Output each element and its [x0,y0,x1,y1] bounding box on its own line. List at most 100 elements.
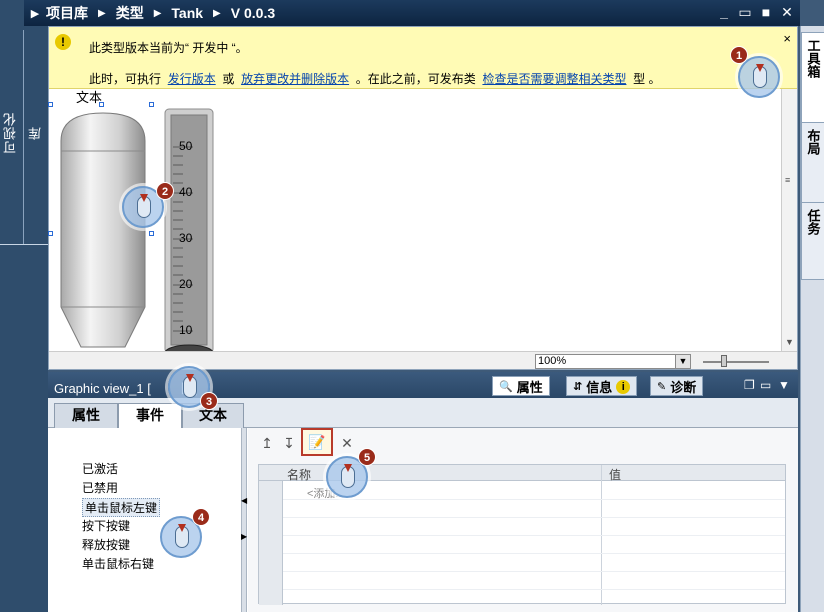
zoom-slider-track[interactable] [703,361,769,363]
column-header-value[interactable]: 值 [609,466,621,483]
selection-handle[interactable] [149,102,154,107]
left-divider [23,30,24,245]
script-icon: 📝 [308,434,326,450]
step-badge: 3 [200,392,218,410]
chevron-right-icon: ▶ [213,7,221,19]
chevron-down-icon[interactable]: ▼ [778,378,790,392]
scroll-down-icon[interactable]: ▼ [785,337,794,347]
grid-row-line [283,571,785,572]
left-sidebar [0,0,48,612]
tab-diagnostics[interactable]: ✎ 诊断 [650,376,704,396]
breadcrumb-project-library[interactable]: 项目库 [46,3,88,23]
event-deactivated[interactable]: 已禁用 [82,479,118,496]
window-controls: _ ▭ ■ ✕ [715,2,796,22]
move-down-icon[interactable]: ↧ [280,434,298,452]
minimize-icon[interactable]: _ [715,2,733,22]
diagnostics-icon: ✎ [657,381,667,393]
tab-library[interactable]: 库 [26,126,45,140]
gauge-tick-label: 40 [179,185,193,199]
float-pane-icon[interactable]: ❐ [744,378,755,392]
notice-or: 或 [222,72,235,86]
inspector-pane: Graphic view_1 [图] 🔍属性 ⇵信息i ✎诊断 ❐ ▭ ▼ 属性… [48,372,798,612]
editor-status-bar: 100% ▼ [49,351,797,369]
tank-graphic[interactable] [57,111,149,353]
pointer-arrow-icon [140,194,148,202]
info-icon: i [616,379,631,394]
event-right-click[interactable]: 单击鼠标右键 [82,555,154,572]
gauge-tick-label: 10 [179,323,193,337]
chevron-down-icon[interactable]: ▼ [675,354,691,369]
inspector-title-prefix: Graphic view_1 [ [54,381,151,396]
tab-layout[interactable]: 布局 [801,122,824,208]
event-key-down[interactable]: 按下按键 [82,517,130,534]
tab-label: 信息 [586,380,613,395]
expand-arrow-icon[interactable]: ▶ [24,7,46,20]
title-bar: ▶ 项目库 ▶ 类型 ▶ Tank ▶ V 0.0.3 _ ▭ ■ ✕ [24,0,800,26]
minimize-pane-icon[interactable]: ▭ [760,378,771,392]
delete-icon[interactable]: ✕ [338,434,356,452]
tab-label: 属性 [516,380,543,395]
grid-row-header [259,465,283,605]
restore-icon[interactable]: ▭ [736,2,754,22]
warning-icon: ! [55,34,71,50]
notice-text-line2: 此时，可执行 发行版本 或 放弃更改并删除版本 。在此之前，可发布类 检查是否需… [89,70,660,87]
column-header-name[interactable]: 名称 [287,466,311,483]
step-badge: 2 [156,182,174,200]
step-badge: 1 [730,46,748,64]
left-separator [0,244,48,245]
chevron-left-icon[interactable]: ◀ [241,496,247,505]
tab-visualization[interactable]: 可视化 [1,112,20,154]
move-up-icon[interactable]: ↥ [258,434,276,452]
tab-tasks[interactable]: 任务 [801,202,824,280]
check-related-types-link[interactable]: 检查是否需要调整相关类型 [482,72,626,86]
breadcrumb-version[interactable]: V 0.0.3 [231,5,275,21]
pointer-arrow-icon [178,524,186,532]
zoom-select[interactable]: 100% [535,354,691,369]
tab-info[interactable]: ⇵ 信息 i [566,376,638,396]
vertical-scrollbar[interactable]: ≡ ▼ [781,89,797,351]
grid-row-line [283,589,785,590]
release-version-link[interactable]: 发行版本 [168,72,216,86]
selection-handle[interactable] [48,231,53,236]
breadcrumb-tank[interactable]: Tank [171,5,203,21]
function-list-pane: ↥ ↧ 📝 ✕ 名称 值 <添加... [248,428,798,612]
chevron-right-icon: ▶ [98,7,106,19]
selection-handle[interactable] [48,102,53,107]
tab-properties[interactable]: 🔍 属性 [492,376,550,396]
step-badge: 5 [358,448,376,466]
event-activated[interactable]: 已激活 [82,460,118,477]
create-script-button[interactable]: 📝 [301,428,333,456]
tab-events[interactable]: 事件 [118,403,182,429]
step-badge: 4 [192,508,210,526]
event-left-click[interactable]: 单击鼠标左键 [82,498,161,517]
pointer-arrow-icon [756,64,764,72]
close-icon[interactable]: ✕ [778,2,796,22]
tab-label: 诊断 [670,380,697,395]
gauge-tick-label: 20 [179,277,193,291]
grid-row-line [283,535,785,536]
info-arrow-icon: ⇵ [573,381,583,393]
grid-row-line [283,553,785,554]
pane-splitter[interactable]: ◀ ▶ [241,428,247,612]
selection-handle[interactable] [149,231,154,236]
breadcrumb: 项目库 ▶ 类型 ▶ Tank ▶ V 0.0.3 [46,3,275,23]
scroll-grip-icon: ≡ [785,175,791,185]
tab-attributes[interactable]: 属性 [54,403,118,428]
zoom-slider-handle[interactable] [721,355,727,367]
version-notice-banner: ! 此类型版本当前为“ 开发中 “。 此时，可执行 发行版本 或 放弃更改并删除… [49,27,797,89]
selection-handle[interactable] [99,102,104,107]
notice-prefix: 此时，可执行 [89,72,162,86]
event-list: 已激活 已禁用 单击鼠标左键 按下按键 释放按键 单击鼠标右键 [48,428,244,612]
properties-icon: 🔍 [499,381,513,393]
gauge-tick-label: 30 [179,231,193,245]
discard-changes-link[interactable]: 放弃更改并删除版本 [241,72,349,86]
tab-toolbox[interactable]: 工具箱 [801,32,824,128]
pointer-arrow-icon [186,374,194,382]
close-icon[interactable]: × [783,31,791,46]
event-key-up[interactable]: 释放按键 [82,536,130,553]
pointer-arrow-icon [344,464,352,472]
breadcrumb-types[interactable]: 类型 [116,3,144,23]
grid-row-line [283,517,785,518]
chevron-right-icon[interactable]: ▶ [241,532,247,541]
maximize-icon[interactable]: ■ [757,2,775,22]
